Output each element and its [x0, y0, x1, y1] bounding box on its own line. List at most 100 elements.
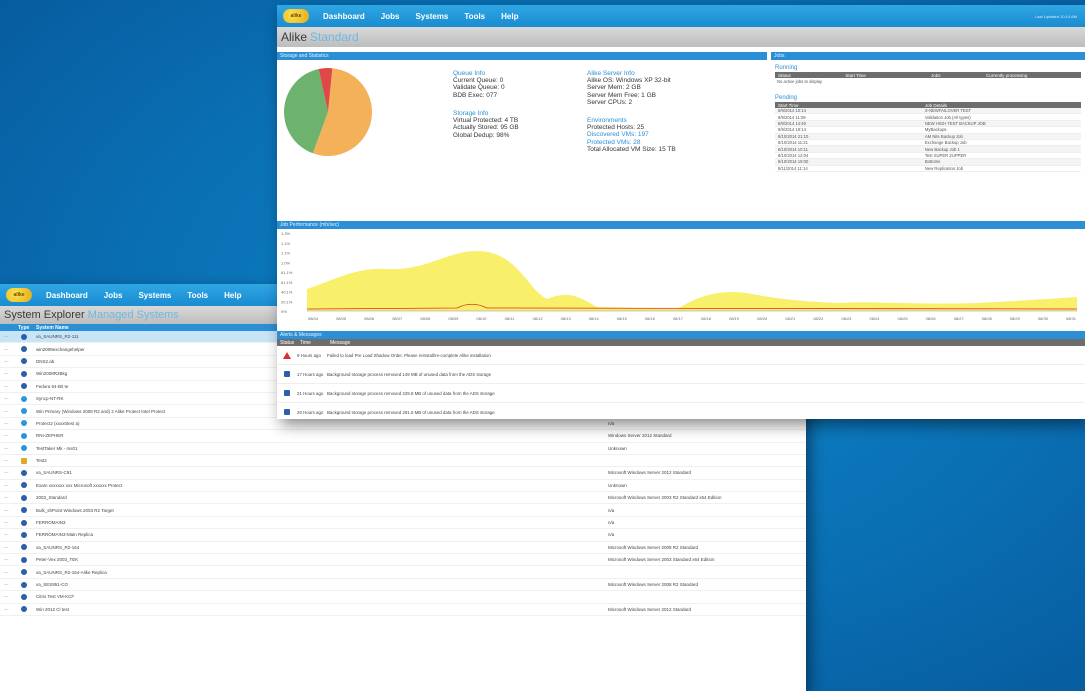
environment-info: Environments Protected Hosts: 25 Discove…: [587, 117, 676, 153]
system-row[interactable]: — RNI-ZEPHER Windows Server 2012 Standard: [0, 430, 806, 443]
nav-help[interactable]: Help: [501, 12, 518, 21]
pending-job-name: New Replication Job: [924, 165, 964, 171]
system-os: n/a: [608, 520, 615, 526]
x-tick-label: 08/07: [392, 316, 403, 321]
nav-systems[interactable]: Systems: [138, 291, 171, 300]
x-tick-label: 08/17: [673, 316, 684, 321]
expand-toggle[interactable]: —: [0, 384, 18, 389]
system-row[interactable]: — TestTaker Mk - ms01 Unknown: [0, 443, 806, 455]
system-row[interactable]: — Bulk_shPoint Windows 2003 R2 Target n/a: [0, 504, 806, 517]
server-icon: [18, 469, 30, 476]
system-name[interactable]: RNI-ZEPHER: [30, 433, 342, 438]
system-name[interactable]: Bulk_shPoint Windows 2003 R2 Target: [30, 508, 342, 513]
alike-logo[interactable]: alike: [6, 288, 32, 302]
pending-job-time: 8/10/2014 11:21: [778, 140, 808, 146]
system-name[interactable]: FERROMAIN3-Main Replica: [30, 532, 342, 537]
system-row[interactable]: — va_SAUNRS_R2-164-Alike Replica: [0, 566, 806, 579]
system-row[interactable]: — 2003_Standard Microsoft Windows Server 2…: [0, 492, 806, 505]
system-name[interactable]: va_SAUNRS_R2-164: [30, 545, 342, 550]
system-os: Unknown: [608, 445, 627, 451]
expand-toggle[interactable]: —: [0, 545, 18, 550]
server-info-line: Server Mem: 2 GB: [587, 84, 641, 92]
expand-toggle[interactable]: —: [0, 347, 18, 352]
system-row[interactable]: — va_SES951-CO Microsoft Windows Server 20…: [0, 579, 806, 592]
message-row[interactable]: 9 Hours ago Failed to load Pre Load Shado…: [277, 346, 1085, 365]
system-row[interactable]: — FERROMAIN3 n/a: [0, 517, 806, 530]
expand-toggle[interactable]: —: [0, 433, 18, 438]
col-system-name[interactable]: System Name: [30, 325, 69, 331]
expand-toggle[interactable]: —: [0, 520, 18, 525]
expand-toggle[interactable]: —: [0, 359, 18, 364]
expand-toggle[interactable]: —: [0, 334, 18, 339]
system-name[interactable]: va_SES951-CO: [30, 582, 342, 587]
system-name[interactable]: 2003_Standard: [30, 495, 342, 500]
messages-header: Status Time Message: [277, 339, 1085, 346]
expand-toggle[interactable]: —: [0, 371, 18, 376]
expand-toggle[interactable]: —: [0, 446, 18, 451]
system-name[interactable]: Test2: [30, 458, 342, 463]
x-tick-label: 08/30: [1038, 316, 1049, 321]
system-name[interactable]: Peter-Vex 2003_TEK: [30, 557, 342, 562]
system-row[interactable]: — va_SAUNRS-C91 Microsoft Windows Server 2…: [0, 467, 806, 480]
expand-toggle[interactable]: —: [0, 396, 18, 401]
nav-jobs[interactable]: Jobs: [104, 291, 123, 300]
system-row[interactable]: — Citrix Test VM-KCF: [0, 591, 806, 604]
message-row[interactable]: 17 Hours ago Background storage process r…: [277, 365, 1085, 384]
y-tick-label: 61.1%: [281, 270, 293, 275]
system-row[interactable]: — Test2: [0, 455, 806, 468]
expand-toggle[interactable]: —: [0, 582, 18, 587]
nav-systems[interactable]: Systems: [415, 12, 448, 21]
expand-toggle[interactable]: —: [0, 470, 18, 475]
system-name[interactable]: Win 2012 Cl test: [30, 607, 342, 612]
message-row[interactable]: 20 Hours ago Background storage process r…: [277, 403, 1085, 419]
expand-toggle[interactable]: —: [0, 421, 18, 426]
expand-toggle[interactable]: —: [0, 607, 18, 612]
alike-logo[interactable]: alike: [283, 9, 309, 23]
system-name[interactable]: Exam xxxxxxx xxx Microsoft xxxxxx Protec…: [30, 483, 342, 488]
system-name[interactable]: Citrix Test VM-KCF: [30, 594, 342, 599]
system-row[interactable]: — Win 2012 Cl test Microsoft Windows Serve…: [0, 604, 806, 616]
queue-info: Queue Info Current Queue: 0 Validate Que…: [453, 70, 505, 99]
pending-job-row[interactable]: 8/11/2014 11:14 New Replication Job: [775, 166, 1081, 172]
nav-help[interactable]: Help: [224, 291, 241, 300]
x-tick-label: 08/11: [505, 316, 515, 321]
system-name[interactable]: TestTaker Mk - ms01: [30, 446, 342, 451]
expand-toggle[interactable]: —: [0, 483, 18, 488]
server-icon: [18, 507, 30, 514]
performance-chart: 1.3% 1.1% 1.1% 1.0% 61.1% 61.1% 40.1% 20.1% 0% 08…: [281, 231, 1078, 321]
system-name[interactable]: va_SAUNRS-C91: [30, 470, 342, 475]
expand-toggle[interactable]: —: [0, 495, 18, 500]
expand-toggle[interactable]: —: [0, 594, 18, 599]
system-row[interactable]: — Exam xxxxxxx xxx Microsoft xxxxxx Prote…: [0, 480, 806, 493]
col-processing: Currently processing: [986, 72, 1028, 78]
pending-job-name: Exchange Backup Job: [924, 140, 967, 146]
system-row[interactable]: — Peter-Vex 2003_TEK Microsoft Windows Ser…: [0, 554, 806, 567]
message-row[interactable]: 21 Hours ago Background storage process r…: [277, 384, 1085, 403]
nav-tools[interactable]: Tools: [187, 291, 208, 300]
expand-toggle[interactable]: —: [0, 458, 18, 463]
expand-toggle[interactable]: —: [0, 532, 18, 537]
pending-job-time: 8/10/2014 21:10: [778, 133, 809, 139]
system-name[interactable]: va_SAUNRS_R2-164-Alike Replica: [30, 570, 342, 575]
protected-vms-link[interactable]: Protected VMs: 28: [587, 139, 676, 146]
system-row[interactable]: — Protect2 (xxxx0test a) n/a: [0, 418, 806, 431]
server-icon: [18, 593, 30, 600]
nav-dashboard[interactable]: Dashboard: [323, 12, 365, 21]
message-text: Background storage process removed 149 M…: [327, 371, 492, 377]
system-row[interactable]: — FERROMAIN3-Main Replica n/a: [0, 529, 806, 542]
system-os: Microsoft Windows Server 2012 Standard: [608, 470, 692, 476]
discovered-vms-link[interactable]: Discovered VMs: 197: [587, 131, 676, 138]
pending-jobs-table: 8/9/2014 10:14 X-NEWFAILOVER TEST 8/9/2014…: [775, 108, 1081, 172]
expand-toggle[interactable]: —: [0, 570, 18, 575]
expand-toggle[interactable]: —: [0, 557, 18, 562]
message-text: Background storage process removed 291.6…: [327, 409, 495, 415]
nav-tools[interactable]: Tools: [464, 12, 485, 21]
nav-jobs[interactable]: Jobs: [381, 12, 400, 21]
system-name[interactable]: Protect2 (xxxx0test a): [30, 421, 342, 426]
expand-toggle[interactable]: —: [0, 508, 18, 513]
system-name[interactable]: FERROMAIN3: [30, 520, 342, 525]
expand-toggle[interactable]: —: [0, 409, 18, 414]
col-type[interactable]: Type: [18, 325, 30, 331]
nav-dashboard[interactable]: Dashboard: [46, 291, 88, 300]
system-row[interactable]: — va_SAUNRS_R2-164 Microsoft Windows Serve…: [0, 542, 806, 555]
